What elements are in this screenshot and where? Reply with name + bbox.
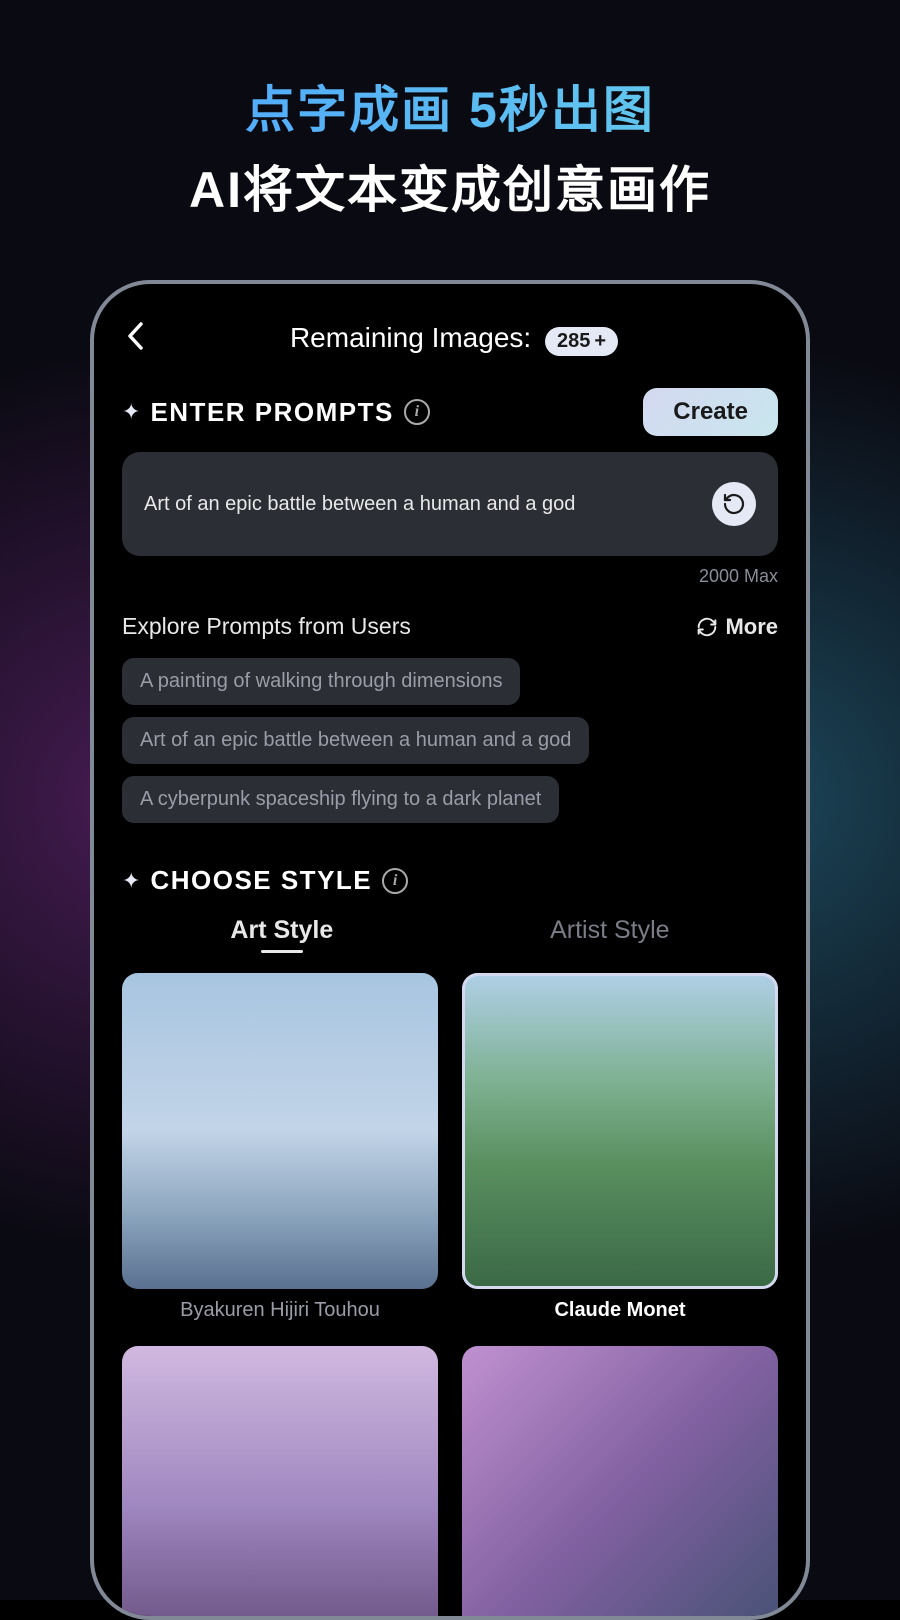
style-thumbnail (122, 1346, 438, 1620)
style-name: Claude Monet (462, 1299, 778, 1322)
refresh-prompt-button[interactable] (712, 482, 756, 526)
phone-frame: Remaining Images: 285+ ✦ ENTER PROMPTS i… (90, 280, 810, 1620)
max-chars-label: 2000 Max (122, 566, 778, 587)
prompt-input[interactable]: Art of an epic battle between a human an… (122, 452, 778, 556)
style-card[interactable] (462, 1346, 778, 1620)
hero-title: 点字成画 5秒出图 (0, 70, 900, 142)
prompt-chip[interactable]: Art of an epic battle between a human an… (122, 717, 589, 764)
style-card[interactable]: Claude Monet (462, 973, 778, 1322)
style-thumbnail (122, 973, 438, 1289)
back-button[interactable] (122, 318, 148, 360)
info-icon[interactable]: i (404, 399, 430, 425)
prompt-chip[interactable]: A cyberpunk spaceship flying to a dark p… (122, 776, 559, 823)
sparkle-icon: ✦ (122, 868, 140, 894)
choose-style-title: CHOOSE STYLE (150, 865, 372, 896)
plus-icon: + (594, 330, 606, 353)
prompt-chip[interactable]: A painting of walking through dimensions (122, 658, 520, 705)
style-thumbnail (462, 973, 778, 1289)
tab-art-style[interactable]: Art Style (230, 916, 333, 953)
style-thumbnail (462, 1346, 778, 1620)
style-name: Byakuren Hijiri Touhou (122, 1299, 438, 1322)
sparkle-icon: ✦ (122, 399, 140, 425)
refresh-icon (697, 617, 717, 637)
remaining-label: Remaining Images: 285+ (164, 322, 744, 356)
create-button[interactable]: Create (643, 388, 778, 436)
enter-prompts-title: ENTER PROMPTS (150, 397, 393, 428)
style-card[interactable] (122, 1346, 438, 1620)
more-button[interactable]: More (697, 614, 778, 640)
tab-artist-style[interactable]: Artist Style (550, 916, 669, 953)
prompt-text: Art of an epic battle between a human an… (144, 490, 698, 518)
explore-title: Explore Prompts from Users (122, 613, 411, 640)
hero-subtitle: AI将文本变成创意画作 (0, 150, 900, 222)
style-card[interactable]: Byakuren Hijiri Touhou (122, 973, 438, 1322)
remaining-count-pill[interactable]: 285+ (545, 327, 618, 356)
info-icon[interactable]: i (382, 868, 408, 894)
